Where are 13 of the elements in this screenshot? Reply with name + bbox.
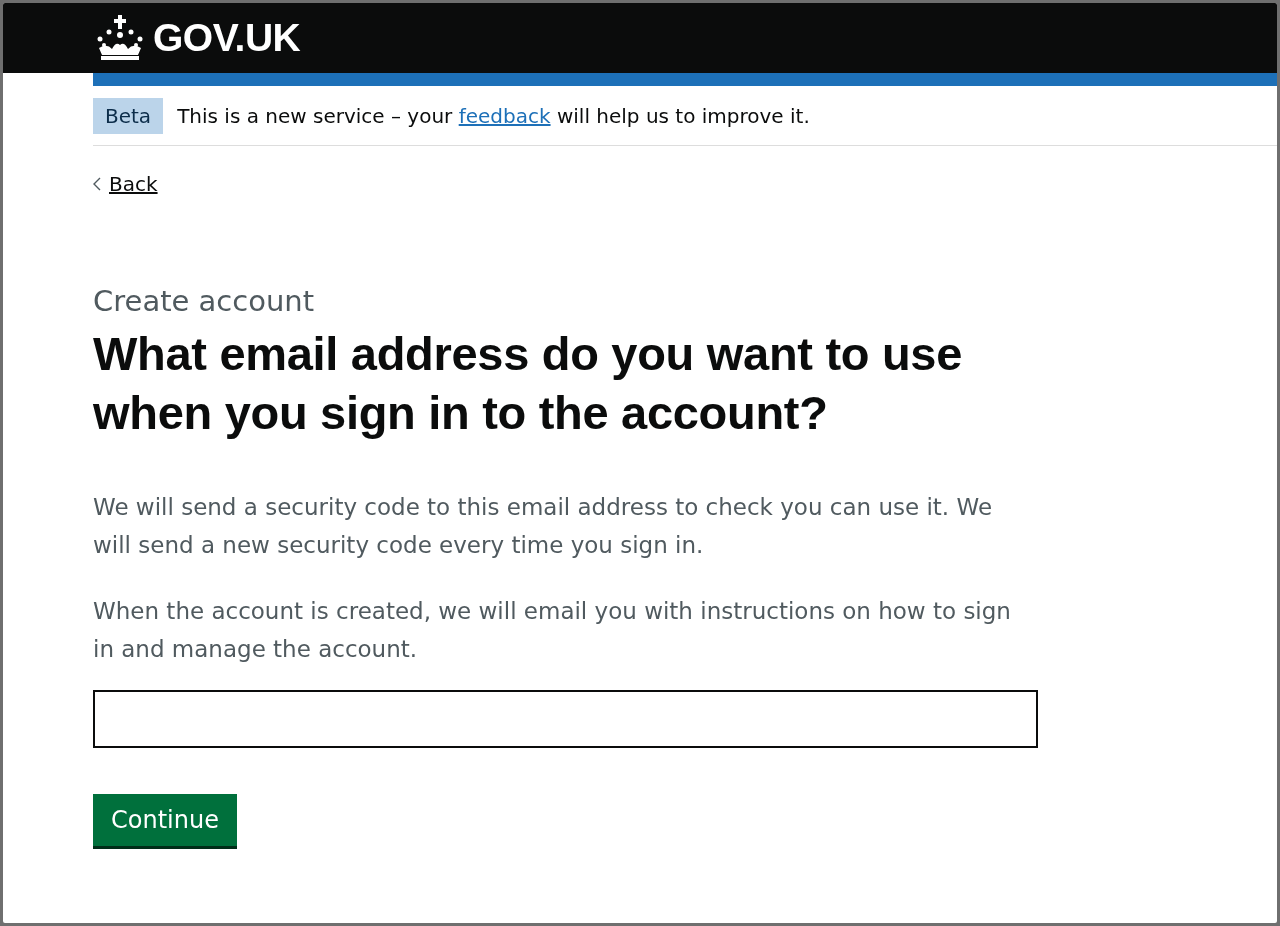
banner-text: This is a new service – your feedback will help us to improve it. [177,104,810,128]
page-heading: What email address do you want to use when you sign in to the account? [93,326,963,441]
back-link[interactable]: Back [93,172,158,196]
crown-icon [95,15,145,61]
continue-button[interactable]: Continue [93,794,237,846]
email-field[interactable] [93,690,1038,748]
body-text: When the account is created, we will email you with instructions on how to sign in and manage the account. [93,597,1012,664]
caption: Create account [93,284,316,318]
chevron-icon [93,177,101,191]
body-text: We will send a security code to this email address to check you can use it. We will send a new security code every time you sign in. [93,493,994,560]
phase-tag: Beta [93,98,164,134]
feedback-link[interactable]: feedback [458,104,551,128]
site-logo[interactable]: GOV.UK [153,16,301,60]
